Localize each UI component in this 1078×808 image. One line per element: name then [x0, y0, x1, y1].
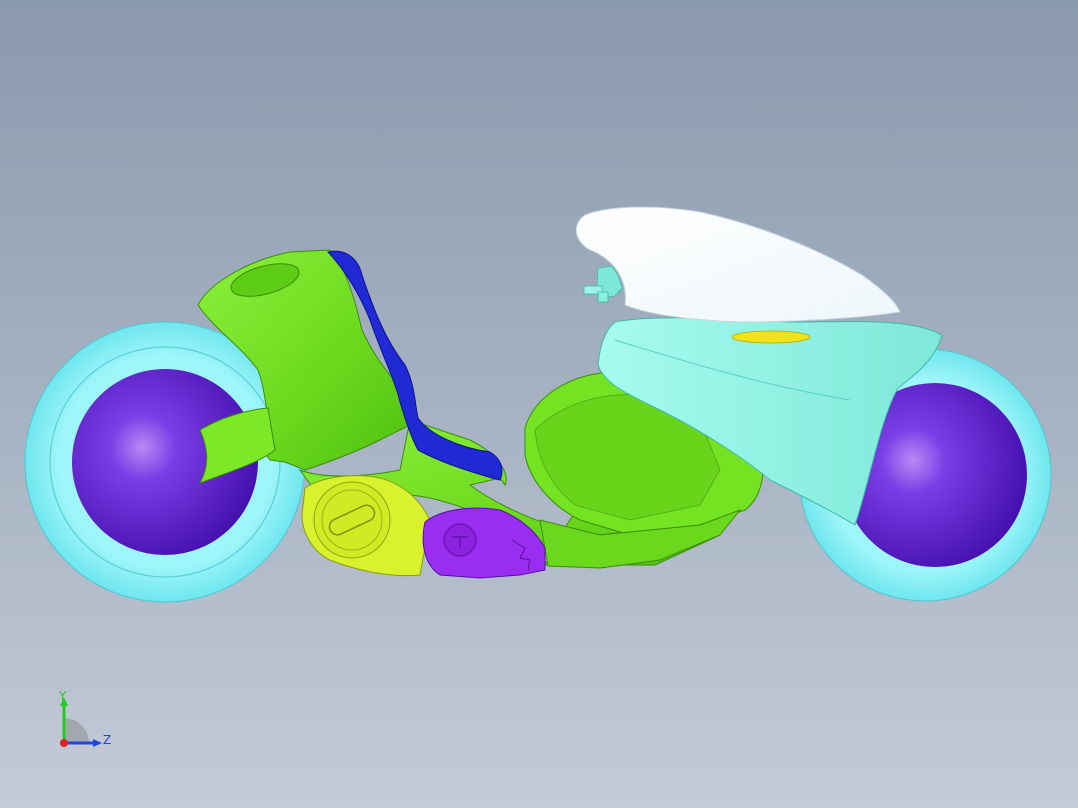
- engine-cover-left-cap: [313, 481, 391, 559]
- tail-light[interactable]: [731, 330, 811, 344]
- coordinate-triad: Y Z: [58, 689, 111, 747]
- triad-x-axis: [60, 739, 68, 747]
- triad-y-label: Y: [58, 689, 67, 703]
- triad-z-label: Z: [103, 733, 111, 747]
- model-canvas[interactable]: Y Z: [0, 0, 1078, 808]
- 3d-viewport[interactable]: Y Z: [0, 0, 1078, 808]
- mirror[interactable]: [583, 265, 623, 303]
- rear-fairing-top[interactable]: [575, 206, 901, 323]
- triad-quadrant: [64, 718, 89, 743]
